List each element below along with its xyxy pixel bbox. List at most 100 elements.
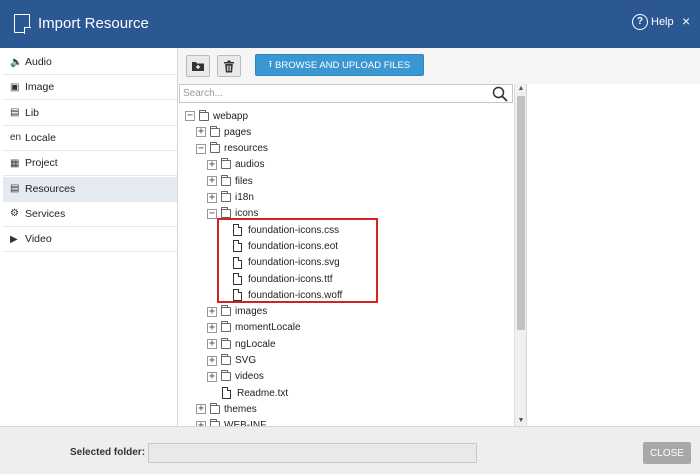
tree-folder-item[interactable]: + momentLocale xyxy=(207,320,301,336)
collapse-icon[interactable]: − xyxy=(185,111,195,121)
new-folder-button[interactable] xyxy=(186,55,210,77)
dialog-title: Import Resource xyxy=(38,15,149,32)
expand-icon[interactable]: + xyxy=(207,306,217,317)
search-icon[interactable] xyxy=(492,86,508,102)
toolbar: ⭱ BROWSE AND UPLOAD FILES xyxy=(178,48,700,84)
search-input[interactable] xyxy=(183,86,483,101)
expand-icon[interactable]: + xyxy=(196,404,206,415)
tree-folder-item[interactable]: + audios xyxy=(207,157,264,173)
tree-item-label: i18n xyxy=(235,192,254,203)
trash-icon xyxy=(224,60,234,72)
expand-icon[interactable]: + xyxy=(207,192,217,203)
folder-icon xyxy=(221,337,231,349)
collapse-icon[interactable]: − xyxy=(196,143,206,154)
tree-folder-item[interactable]: + images xyxy=(207,304,267,320)
expand-icon[interactable]: + xyxy=(207,355,217,366)
tree-scrollbar[interactable]: ▲ ▼ xyxy=(514,84,526,426)
tree-folder-item[interactable]: + files xyxy=(207,173,253,189)
speaker-icon: 🔈 xyxy=(10,56,23,68)
browse-upload-button[interactable]: ⭱ BROWSE AND UPLOAD FILES xyxy=(255,54,424,76)
new-folder-icon xyxy=(192,62,204,71)
sidebar-item-label: Services xyxy=(25,207,66,220)
tree-item-label: pages xyxy=(224,126,252,138)
expand-icon[interactable]: + xyxy=(207,322,217,333)
title-bar: Import Resource ? Help × xyxy=(0,0,700,48)
image-icon: ▣ xyxy=(10,81,20,93)
expand-icon[interactable]: + xyxy=(207,339,217,350)
sidebar-item-locale[interactable]: en Locale xyxy=(3,126,177,151)
tree-item-label: videos xyxy=(235,371,264,383)
sidebar-item-label: Lib xyxy=(25,106,40,119)
tree-file-item[interactable]: Readme.txt xyxy=(222,385,288,401)
lib-icon: ▤ xyxy=(10,107,20,119)
folder-icon xyxy=(221,370,231,382)
help-icon: ? xyxy=(632,14,648,30)
folder-icon xyxy=(210,125,220,137)
expand-icon[interactable]: + xyxy=(207,371,217,382)
tree-item-label: images xyxy=(235,306,268,318)
tree-folder-item[interactable]: + videos xyxy=(207,369,264,385)
sidebar-item-lib[interactable]: ▤ Lib xyxy=(3,101,177,126)
selected-folder-label: Selected folder: xyxy=(70,447,146,458)
sidebar-item-image[interactable]: ▣ Image xyxy=(3,75,177,101)
import-resource-dialog: Import Resource ? Help × 🔈 Audio ▣ Image ▤ Li… xyxy=(0,0,700,474)
tree-item-label: themes xyxy=(224,403,257,415)
tree-item-label: webapp xyxy=(213,110,249,122)
window-icon xyxy=(14,14,31,34)
close-icon[interactable]: × xyxy=(682,13,690,29)
highlight-box xyxy=(217,218,378,303)
services-icon: ⚙ xyxy=(10,208,19,220)
search-box xyxy=(179,84,513,103)
scroll-thumb[interactable] xyxy=(517,96,525,330)
tree-folder-item[interactable]: − resources xyxy=(196,141,268,157)
expand-icon[interactable]: + xyxy=(207,176,217,187)
tree-folder-item[interactable]: + themes xyxy=(196,401,257,417)
project-icon: ▦ xyxy=(10,157,20,169)
tree-folder-item[interactable]: + SVG xyxy=(207,353,256,369)
help-button[interactable]: ? Help xyxy=(632,14,674,30)
tree-item-label: resources xyxy=(224,143,268,155)
sidebar-item-resources[interactable]: ▤ Resources xyxy=(3,176,177,202)
tree-folder-item[interactable]: + i18n xyxy=(207,190,254,206)
locale-icon: en xyxy=(10,132,22,144)
sidebar-item-label: Project xyxy=(25,157,58,170)
tree-folder-item[interactable]: + pages xyxy=(196,124,251,140)
tree-item-label: Readme.txt xyxy=(237,387,289,399)
file-icon xyxy=(222,387,231,400)
video-icon: ▶ xyxy=(10,233,18,245)
folder-icon xyxy=(221,321,231,333)
folder-icon xyxy=(221,207,231,219)
folder-icon xyxy=(210,142,220,154)
tree-divider xyxy=(526,84,527,426)
resources-icon: ▤ xyxy=(10,183,20,194)
resource-type-sidebar: 🔈 Audio ▣ Image ▤ Lib en Locale ▦ Project ▤ Resourc… xyxy=(3,50,177,426)
folder-icon xyxy=(210,402,220,414)
selected-folder-field xyxy=(148,443,477,463)
tree-item-label: ngLocale xyxy=(235,338,276,350)
close-button[interactable]: CLOSE xyxy=(643,442,691,464)
tree-folder-item[interactable]: − webapp xyxy=(185,108,248,124)
tree-folder-item[interactable]: + WEB-INF xyxy=(196,418,266,426)
tree-item-label: momentLocale xyxy=(235,322,301,334)
sidebar-item-project[interactable]: ▦ Project xyxy=(3,151,177,177)
upload-icon: ⭱ xyxy=(268,59,272,69)
tree-folder-item[interactable]: + ngLocale xyxy=(207,336,276,352)
collapse-icon[interactable]: − xyxy=(207,208,217,219)
sidebar-item-services[interactable]: ⚙ Services xyxy=(3,202,177,227)
folder-icon xyxy=(221,191,231,202)
folder-icon xyxy=(221,305,231,317)
browse-upload-label: BROWSE AND UPLOAD FILES xyxy=(275,59,411,71)
expand-icon[interactable]: + xyxy=(196,127,206,138)
sidebar-item-video[interactable]: ▶ Video xyxy=(3,227,177,253)
sidebar-item-label: Video xyxy=(25,233,52,246)
sidebar-item-label: Locale xyxy=(25,131,56,144)
expand-icon[interactable]: + xyxy=(207,159,217,170)
sidebar-item-audio[interactable]: 🔈 Audio xyxy=(3,50,177,75)
footer-bar: Selected folder: CLOSE xyxy=(0,426,700,474)
folder-icon xyxy=(221,354,231,365)
help-label: Help xyxy=(651,16,674,28)
sidebar-item-label: Image xyxy=(25,81,55,94)
folder-icon xyxy=(199,109,209,121)
sidebar-item-label: Audio xyxy=(25,56,52,68)
delete-button[interactable] xyxy=(217,55,241,77)
